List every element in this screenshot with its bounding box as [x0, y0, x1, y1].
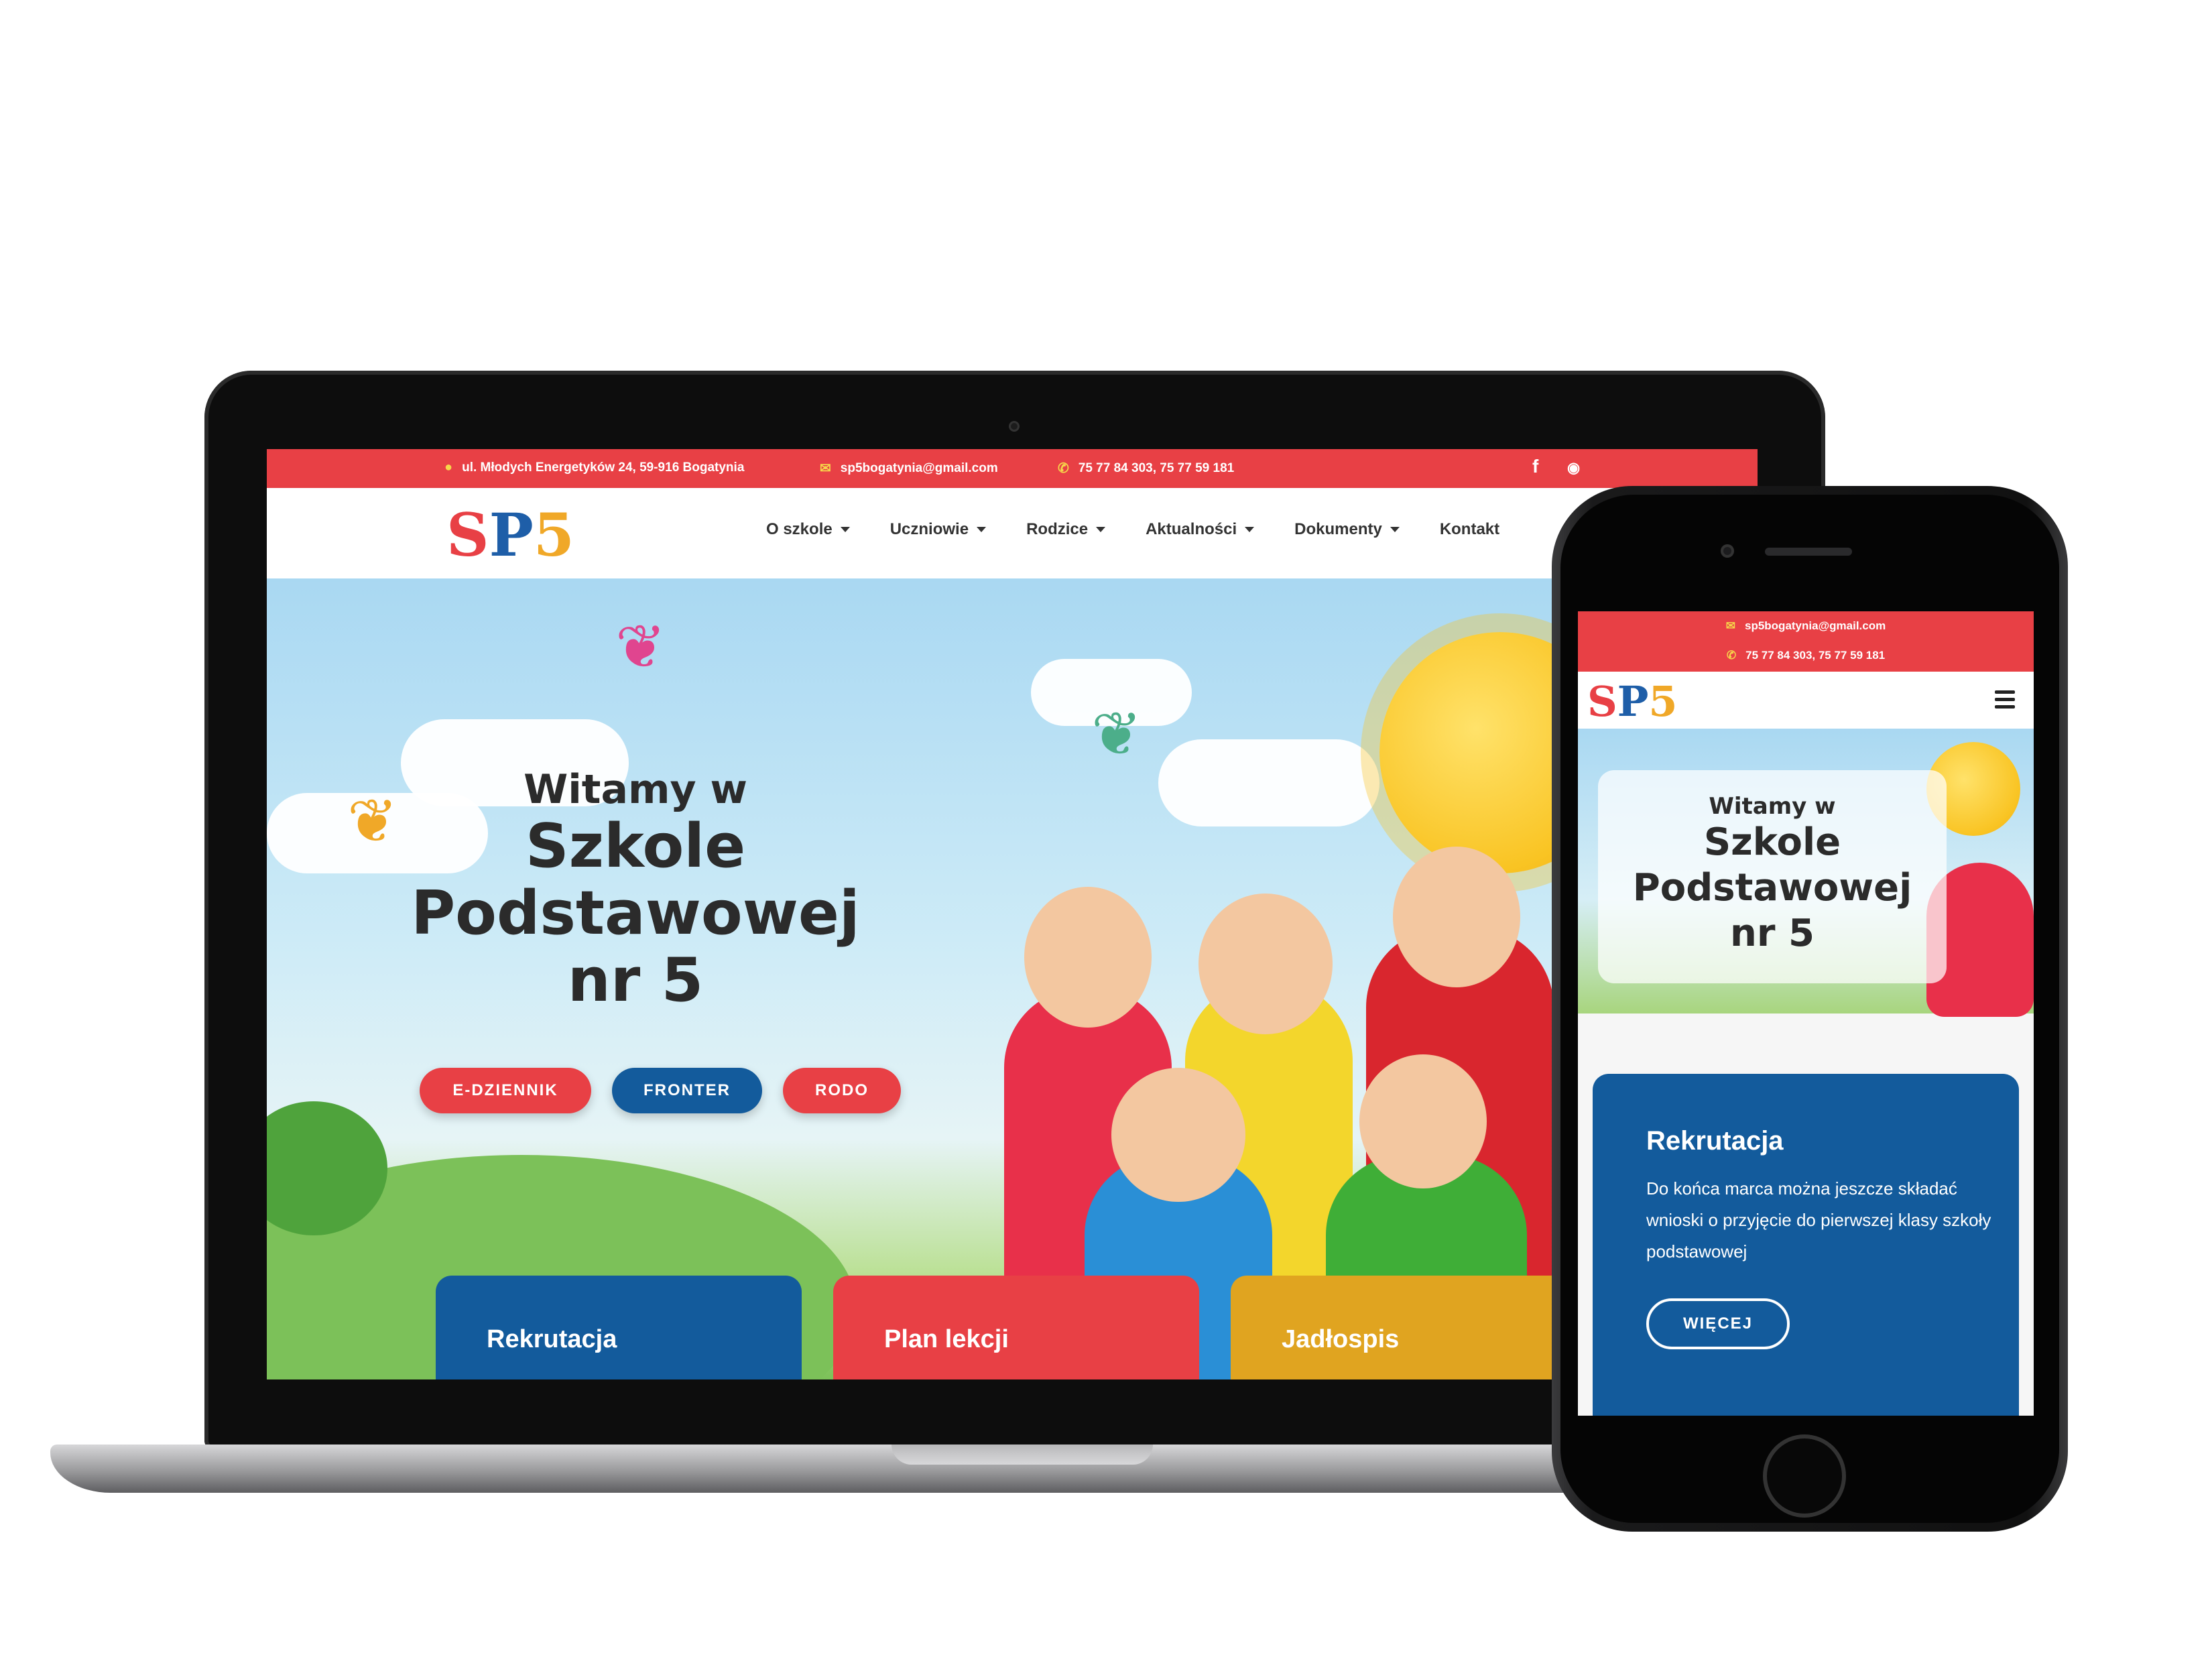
child-head [1393, 847, 1520, 987]
main-header: SP5 O szkole Uczniowie Rodzice Aktualnoś… [267, 488, 1758, 578]
facebook-icon[interactable]: f [1532, 456, 1538, 477]
hamburger-menu-icon[interactable] [1995, 690, 2015, 713]
phone-icon: ✆ [1058, 461, 1069, 476]
main-nav: O szkole Uczniowie Rodzice Aktualności D… [766, 520, 1540, 539]
phone-home-button [1763, 1434, 1846, 1518]
hero-section: ❦ ❦ ❦ Witamy w Szkole Podstawowej nr 5 E… [267, 578, 1758, 1379]
email-item[interactable]: ✉ sp5bogatynia@gmail.com [820, 460, 998, 477]
mobile-hero: Witamy w Szkole Podstawowej nr 5 [1578, 729, 2034, 1017]
fronter-button[interactable]: FRONTER [612, 1068, 762, 1113]
location-pin-icon: ● [444, 460, 453, 475]
nav-rodzice[interactable]: Rodzice [1026, 520, 1106, 539]
desktop-site: ● ul. Młodych Energetyków 24, 59-916 Bog… [267, 449, 1758, 1379]
phone-icon: ✆ [1726, 649, 1737, 662]
mobile-email-item[interactable]: ✉ sp5bogatynia@gmail.com [1578, 619, 2034, 633]
child-head [1111, 1068, 1245, 1202]
top-contact-bar: ● ul. Młodych Energetyków 24, 59-916 Bog… [267, 449, 1758, 488]
child-head [1359, 1054, 1487, 1188]
child-head [1199, 894, 1333, 1034]
child-head [1024, 887, 1152, 1028]
address-item: ● ul. Młodych Energetyków 24, 59-916 Bog… [444, 460, 744, 475]
card-jadlospis[interactable]: Jadłospis [1231, 1276, 1597, 1379]
mobile-site: ✉ sp5bogatynia@gmail.com ✆ 75 77 84 303,… [1578, 611, 2034, 1416]
card-plan-lekcji[interactable]: Plan lekcji [833, 1276, 1199, 1379]
caret-down-icon [1390, 527, 1400, 532]
nav-uczniowie[interactable]: Uczniowie [890, 520, 987, 539]
card-rekrutacja[interactable]: Rekrutacja [436, 1276, 802, 1379]
cloud [1158, 739, 1379, 826]
rss-icon[interactable]: ◉ [1567, 459, 1580, 477]
rodo-button[interactable]: RODO [783, 1068, 901, 1113]
e-dziennik-button[interactable]: E-DZIENNIK [420, 1068, 591, 1113]
wiecej-button[interactable]: WIĘCEJ [1646, 1298, 1790, 1349]
phone-speaker [1765, 548, 1852, 556]
sp5-logo[interactable]: SP5 [1587, 677, 1678, 726]
envelope-icon: ✉ [1725, 619, 1735, 632]
laptop-camera [1009, 421, 1020, 432]
mobile-hero-heading: Witamy w Szkole Podstawowej nr 5 [1598, 770, 1947, 983]
mobile-contact-bar: ✉ sp5bogatynia@gmail.com ✆ 75 77 84 303,… [1578, 611, 2034, 672]
butterfly-icon: ❦ [347, 788, 398, 855]
address-text: ul. Młodych Energetyków 24, 59-916 Bogat… [462, 460, 745, 475]
phone-camera [1721, 544, 1734, 558]
butterfly-icon: ❦ [615, 614, 666, 681]
envelope-icon: ✉ [820, 461, 831, 476]
nav-o-szkole[interactable]: O szkole [766, 520, 850, 539]
nav-dokumenty[interactable]: Dokumenty [1294, 520, 1400, 539]
caret-down-icon [840, 527, 850, 532]
phone-text[interactable]: 75 77 84 303, 75 77 59 181 [1079, 461, 1234, 476]
laptop-trackpad-notch [892, 1445, 1153, 1465]
butterfly-icon: ❦ [1091, 701, 1142, 768]
mobile-header: SP5 [1578, 672, 2034, 729]
mobile-phone-item[interactable]: ✆ 75 77 84 303, 75 77 59 181 [1578, 649, 2034, 662]
caret-down-icon [1096, 527, 1106, 532]
nav-aktualnosci[interactable]: Aktualności [1146, 520, 1255, 539]
nav-kontakt[interactable]: Kontakt [1440, 520, 1499, 539]
sp5-logo[interactable]: SP5 [446, 500, 574, 570]
caret-down-icon [977, 527, 987, 532]
mobile-card-rekrutacja: Rekrutacja Do końca marca można jeszcze … [1593, 1074, 2019, 1416]
hero-heading: Witamy w Szkole Podstawowej nr 5 [411, 766, 860, 1016]
phone-item[interactable]: ✆ 75 77 84 303, 75 77 59 181 [1058, 460, 1234, 477]
caret-down-icon [1245, 527, 1255, 532]
email-text[interactable]: sp5bogatynia@gmail.com [841, 461, 998, 476]
